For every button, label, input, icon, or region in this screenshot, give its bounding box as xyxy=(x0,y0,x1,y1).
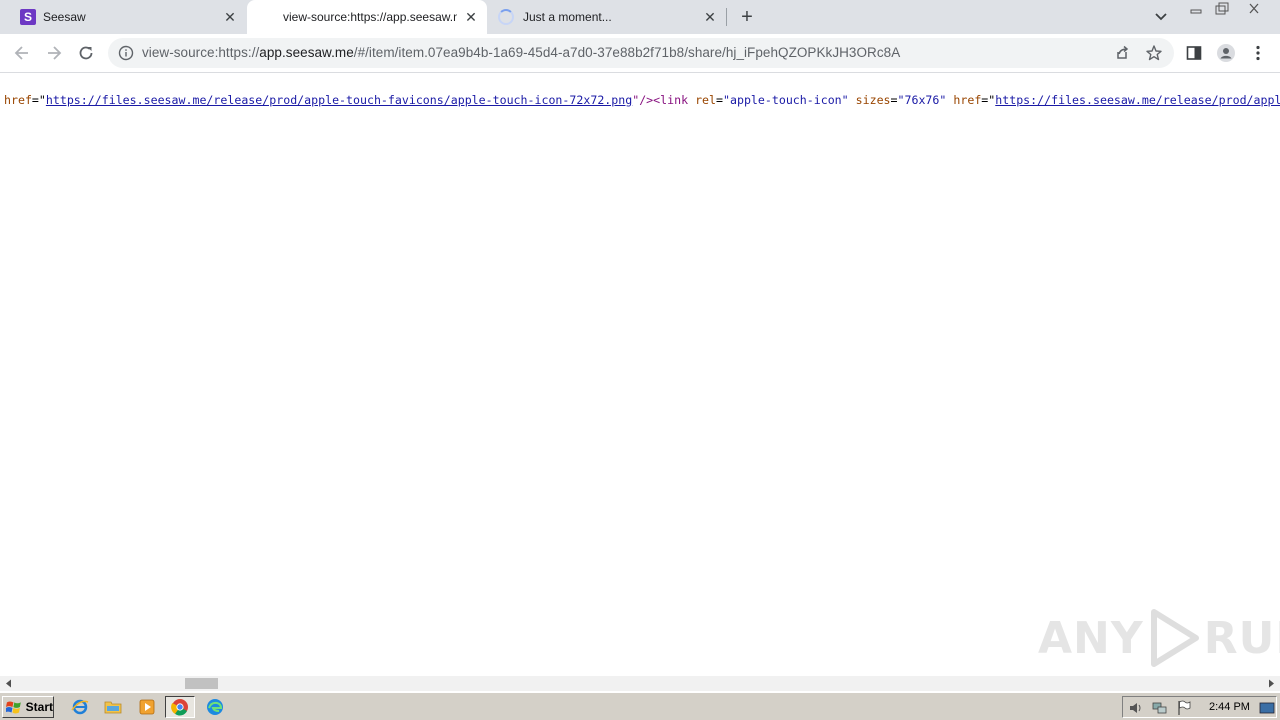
url-path: /#/item/item.07ea9b4b-1a69-45d4-a7d0-37e… xyxy=(353,45,901,60)
minimize-window-icon[interactable] xyxy=(1184,1,1208,17)
close-tab-icon[interactable]: ✕ xyxy=(702,9,718,25)
volume-icon[interactable] xyxy=(1128,700,1144,716)
start-label: Start xyxy=(25,700,53,714)
attr-value: "apple-touch-icon" xyxy=(723,93,849,107)
attr-name: sizes xyxy=(855,93,891,107)
scroll-left-arrow-icon[interactable] xyxy=(4,679,13,688)
loading-spinner-icon xyxy=(498,9,514,25)
edge-quicklaunch[interactable] xyxy=(204,697,226,717)
more-menu-icon[interactable] xyxy=(1248,43,1268,63)
action-center-flag-icon[interactable] xyxy=(1176,700,1192,716)
attr-name: rel xyxy=(695,93,717,107)
play-triangle-icon xyxy=(1150,609,1199,667)
close-tab-icon[interactable]: ✕ xyxy=(463,9,479,25)
bookmark-star-icon[interactable] xyxy=(1144,43,1164,63)
tag-open: <link xyxy=(653,93,689,107)
horizontal-scrollbar[interactable] xyxy=(0,676,1280,691)
taskbar-clock[interactable]: 2:44 PM xyxy=(1209,701,1250,713)
watermark-text-right: RUN xyxy=(1203,612,1280,664)
media-player-quicklaunch[interactable] xyxy=(136,697,158,717)
tag-close: "/> xyxy=(632,93,654,107)
back-arrow-icon[interactable] xyxy=(12,43,32,63)
tab-view-source[interactable]: view-source:https://app.seesaw.me ✕ xyxy=(247,0,487,34)
reload-icon[interactable] xyxy=(76,43,96,63)
system-tray: 2:44 PM xyxy=(1122,696,1277,718)
source-link[interactable]: https://files.seesaw.me/release/prod/app… xyxy=(995,93,1280,107)
browser-toolbar: view-source:https://app.seesaw.me/#/item… xyxy=(0,34,1280,73)
seesaw-favicon-icon: S xyxy=(20,9,36,25)
internet-explorer-icon xyxy=(71,699,89,715)
edge-icon xyxy=(207,699,223,715)
restore-window-icon[interactable] xyxy=(1210,1,1234,17)
tab-search-chevron-icon[interactable] xyxy=(1152,8,1170,26)
tab-separator xyxy=(726,8,727,26)
windows-logo-icon xyxy=(6,701,21,714)
url-scheme: view-source:https:// xyxy=(142,45,260,60)
explorer-quicklaunch[interactable] xyxy=(102,697,124,717)
folder-icon xyxy=(104,701,122,714)
start-button[interactable]: Start xyxy=(2,696,54,718)
close-window-icon[interactable] xyxy=(1236,1,1272,17)
watermark-text-left: ANY xyxy=(1038,612,1144,664)
url-text[interactable]: view-source:https://app.seesaw.me/#/item… xyxy=(142,45,900,60)
chrome-taskbar-button[interactable] xyxy=(165,696,195,718)
tab-title: Seesaw xyxy=(43,10,86,24)
tab-strip: S Seesaw ✕ view-source:https://app.seesa… xyxy=(0,0,1280,34)
view-source-content: href="https://files.seesaw.me/release/pr… xyxy=(0,73,1280,676)
attr-value: "76x76" xyxy=(897,93,947,107)
network-icon[interactable] xyxy=(1152,700,1168,716)
attr-equals: =" xyxy=(981,93,996,107)
profile-avatar-icon[interactable] xyxy=(1216,43,1236,63)
scrollbar-thumb[interactable] xyxy=(185,678,218,689)
windows-taskbar: Start 2:44 PM xyxy=(0,692,1280,720)
share-icon[interactable] xyxy=(1112,43,1132,63)
site-info-icon[interactable] xyxy=(118,45,134,61)
new-tab-button[interactable]: + xyxy=(737,7,757,27)
source-line: href="https://files.seesaw.me/release/pr… xyxy=(4,93,1280,107)
side-panel-icon[interactable] xyxy=(1184,43,1204,63)
forward-arrow-icon[interactable] xyxy=(44,43,64,63)
anyrun-watermark: ANY RUN xyxy=(1038,608,1280,668)
attr-name: href xyxy=(953,93,982,107)
attr-equals: =" xyxy=(31,93,46,107)
scroll-right-arrow-icon[interactable] xyxy=(1267,679,1276,688)
chrome-icon xyxy=(171,699,188,716)
tab-title: view-source:https://app.seesaw.me xyxy=(283,10,457,24)
media-player-icon xyxy=(139,699,155,715)
ie-quicklaunch[interactable] xyxy=(69,697,91,717)
tab-seesaw[interactable]: S Seesaw ✕ xyxy=(8,0,246,34)
address-bar[interactable]: view-source:https://app.seesaw.me/#/item… xyxy=(108,38,1174,68)
attr-name: href xyxy=(4,93,32,107)
show-desktop-icon[interactable] xyxy=(1259,700,1275,716)
source-link[interactable]: https://files.seesaw.me/release/prod/app… xyxy=(46,93,632,107)
tab-just-a-moment[interactable]: Just a moment... ✕ xyxy=(488,0,726,34)
url-host: app.seesaw.me xyxy=(259,45,354,60)
close-tab-icon[interactable]: ✕ xyxy=(222,9,238,25)
tab-title: Just a moment... xyxy=(523,10,612,24)
